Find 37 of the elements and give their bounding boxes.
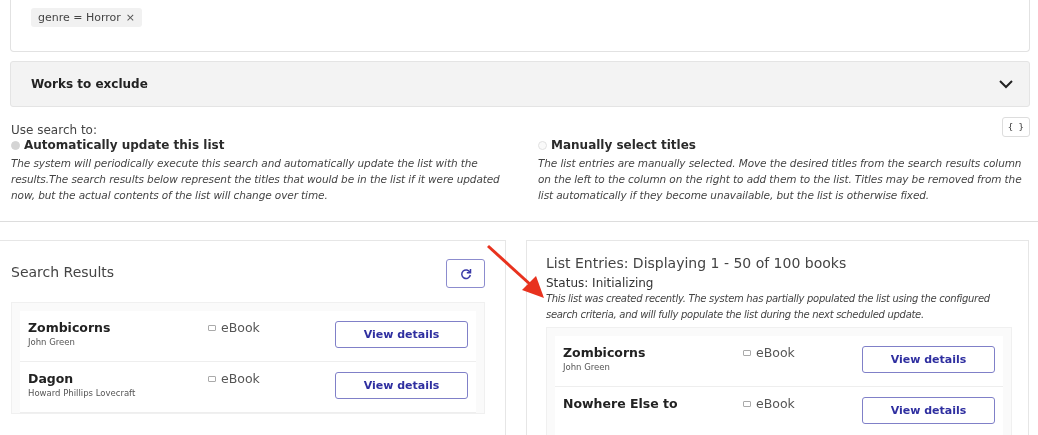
option-description: The system will periodically execute this search and automatically update the list with the results.The search results below represent the titles that would be in the list if it were updated now, but the actual contents of the list will change over time. — [11, 156, 501, 203]
ebook-icon — [208, 375, 216, 382]
annotation-arrow — [486, 244, 546, 300]
book-format: eBook — [221, 371, 260, 386]
status-note: This list was created recently. The system has partially populated the list using the configured search criteria, and will fully populate the list during the next scheduled update. — [546, 292, 991, 322]
book-author: John Green — [563, 362, 611, 372]
book-author: John Green — [28, 337, 76, 347]
refresh-icon — [459, 267, 472, 280]
book-format: eBook — [756, 345, 795, 360]
view-details-button[interactable]: View details — [862, 346, 995, 373]
view-details-button[interactable]: View details — [862, 397, 995, 424]
chip-label: genre = Horror — [38, 11, 121, 24]
view-details-button[interactable]: View details — [335, 372, 468, 399]
json-button[interactable]: { } — [1001, 117, 1030, 137]
accordion-header[interactable]: Works to exclude — [10, 61, 1030, 107]
refresh-button[interactable] — [446, 259, 485, 288]
ebook-icon — [208, 324, 216, 331]
use-search-label: Use search to: — [11, 123, 97, 137]
panel-title: List Entries: Displaying 1 - 50 of 100 books — [546, 255, 848, 271]
panel-title: Search Results — [11, 263, 115, 280]
book-title: Zombicorns — [28, 320, 112, 335]
book-title: Zombicorns — [563, 345, 647, 360]
book-format: eBook — [221, 320, 260, 335]
chevron-icon — [999, 79, 1013, 89]
book-author: Howard Phillips Lovecraft — [28, 388, 137, 398]
option-label: Manually select titles — [551, 138, 696, 152]
book-format: eBook — [756, 396, 795, 411]
status-text: Status: Initializing — [546, 276, 655, 290]
ebook-icon — [743, 400, 751, 407]
accordion-title: Works to exclude — [31, 77, 148, 91]
book-title: Dagon — [28, 371, 75, 386]
option-label: Automatically update this list — [24, 138, 225, 152]
remove-chip-button[interactable]: × — [125, 11, 136, 24]
option-description: The list entries are manually selected. Move the desired titles from the search results column on the left to the column on the right to add them to the list. Titles may be removed from the list automatically if they become unavailable, but the list is otherwise fixed. — [538, 156, 1023, 203]
ebook-icon — [743, 349, 751, 356]
view-details-button[interactable]: View details — [335, 321, 468, 348]
book-title: Nowhere Else to — [563, 396, 679, 411]
